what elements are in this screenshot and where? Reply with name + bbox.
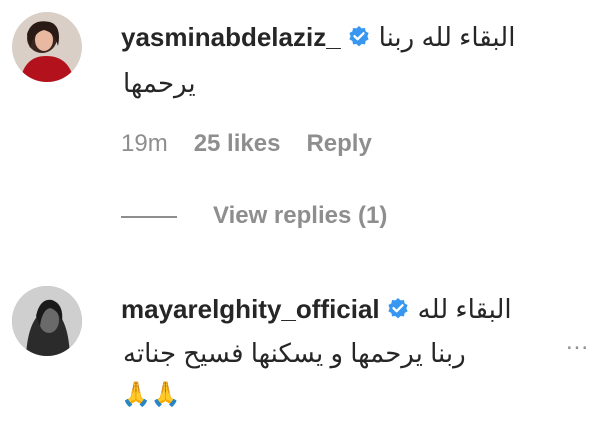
comment-meta: 19m 25 likes Reply (121, 130, 398, 158)
reply-button[interactable]: Reply (306, 130, 371, 157)
more-options-button[interactable]: ... (566, 328, 589, 356)
username-link[interactable]: mayarelghity_official (121, 294, 380, 324)
divider-dash (121, 215, 177, 218)
username-link[interactable]: yasminabdelaziz_ (121, 22, 341, 52)
verified-badge-icon (388, 298, 408, 319)
comment-text-line2: يرحمها (123, 68, 196, 98)
likes-count[interactable]: 25 likes (194, 130, 281, 157)
avatar-bw-portrait-icon (12, 286, 82, 356)
comment-text-line2: ربنا يرحمها و يسكنها فسيح جناته (123, 338, 466, 368)
comment-emoji: 🙏🙏 (121, 381, 181, 408)
timestamp: 19m (121, 130, 168, 157)
comment-item: mayarelghity_official البقاء لله ... ربن… (0, 280, 600, 423)
comment-text-line1: البقاء لله (417, 294, 512, 324)
view-replies-button[interactable]: View replies (1) (121, 202, 387, 230)
avatar[interactable] (12, 12, 82, 82)
view-replies-label: View replies (1) (213, 202, 388, 229)
avatar-red-dress-icon (12, 12, 82, 82)
comment-text-line1: البقاء لله ربنا (378, 22, 516, 52)
avatar[interactable] (12, 286, 82, 356)
comment-item: yasminabdelaziz_ البقاء لله ربنا يرحمها … (0, 0, 600, 240)
comment-header: mayarelghity_official البقاء لله (121, 294, 512, 324)
verified-badge-icon (349, 26, 369, 47)
comment-header: yasminabdelaziz_ البقاء لله ربنا (121, 22, 515, 52)
